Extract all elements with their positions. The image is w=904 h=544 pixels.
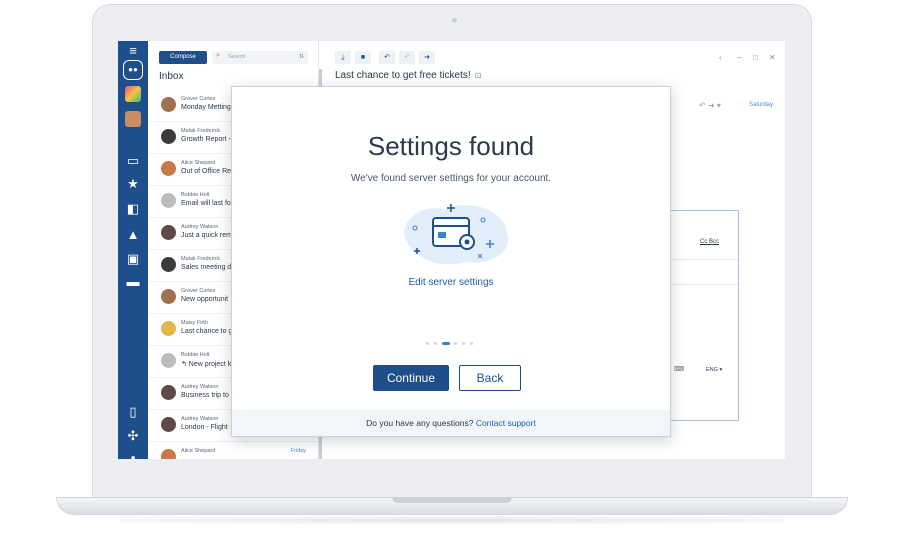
mail-sender: Audrey Watson	[181, 224, 219, 230]
dialog-title: Settings found	[367, 131, 535, 161]
hamburger-menu-icon[interactable]: ≡	[118, 44, 148, 58]
back-chevron-icon[interactable]: ‹	[719, 53, 722, 62]
search-placeholder: Search	[228, 54, 246, 60]
camera-dot	[452, 18, 457, 23]
avatar	[161, 321, 176, 336]
mail-subject: New opportunit	[181, 296, 229, 303]
forward-icon[interactable]: ➜	[708, 101, 715, 110]
reply-icon[interactable]: ↶	[699, 101, 706, 110]
avatar	[161, 193, 176, 208]
app-avatar-icon[interactable]	[125, 86, 141, 102]
server-settings-illustration-icon	[404, 204, 508, 265]
mail-sender: Grover Cortez	[181, 96, 216, 102]
mail-title-text: Last chance to get free tickets!	[335, 70, 471, 81]
avatar	[161, 129, 176, 144]
continue-button[interactable]: Continue	[373, 365, 449, 391]
back-button[interactable]: Back	[459, 365, 521, 391]
reply-all-button[interactable]: ↶	[399, 51, 415, 64]
mail-subject: Just a quick rem	[181, 232, 232, 239]
mail-subject: Growth Report -	[181, 136, 231, 143]
reply-button[interactable]: ↶	[379, 51, 395, 64]
star-icon[interactable]: ★	[118, 177, 148, 191]
mail-date: Friday	[290, 448, 306, 454]
avatar	[161, 449, 176, 459]
search-icon: ⌕	[216, 52, 220, 59]
avatar	[161, 289, 176, 304]
mail-sender: Alice Shepard	[181, 448, 216, 454]
close-icon[interactable]: ✕	[769, 53, 776, 62]
contact-support-link[interactable]: Contact support	[476, 418, 536, 428]
more-chevron-icon[interactable]: ▾	[717, 101, 721, 110]
avatar	[161, 97, 176, 112]
mail-sender: Audrey Watson	[181, 384, 219, 390]
mail-subject: Email will last fo	[181, 200, 231, 207]
cc-bcc-link[interactable]: Cc Bcc	[700, 239, 719, 245]
sort-icon[interactable]: ⇅	[299, 53, 304, 60]
folder-icon[interactable]: ▬	[118, 275, 148, 289]
account-hex-icon[interactable]: ●●	[123, 60, 143, 80]
mail-sender: Alice Shepard	[181, 160, 216, 166]
mail-subject: Sales meeting d	[181, 264, 232, 271]
step-dot	[462, 342, 465, 345]
forward-button[interactable]: ➜	[419, 51, 435, 64]
step-dot	[442, 342, 450, 345]
mail-subject: ↰ New project k	[181, 361, 232, 368]
sent-arrow-icon[interactable]: ▲	[118, 228, 148, 242]
user-avatar-icon[interactable]	[125, 111, 141, 127]
message-date: Saturday	[749, 102, 774, 108]
step-dot	[434, 342, 437, 345]
mail-subject: Monday Metting	[181, 104, 231, 111]
mail-subject: London - Flight	[181, 424, 228, 431]
settings-found-dialog: Settings found We've found server settin…	[231, 86, 671, 437]
step-dot	[454, 342, 457, 345]
avatar	[161, 417, 176, 432]
search-input[interactable]: ⌕ Search ⇅	[212, 51, 308, 64]
move-folder-icon[interactable]: ⊡	[475, 71, 482, 80]
step-dot	[470, 342, 473, 345]
avatar	[161, 225, 176, 240]
unread-icon[interactable]: ◧	[118, 202, 148, 216]
mail-subject: Business trip to	[181, 392, 229, 399]
mail-sender: Bobbie Holt	[181, 352, 210, 358]
mail-sender: Bobbie Holt	[181, 192, 210, 198]
maximize-icon[interactable]: □	[753, 53, 758, 62]
app-rail: ≡ ●● ▭ ★ ◧ ▲ ▣ ▬ ▯ ✣ ▪	[118, 41, 148, 459]
slack-icon[interactable]: ✣	[118, 429, 148, 443]
step-dot	[426, 342, 429, 345]
mail-title: Last chance to get free tickets! ⊡	[335, 70, 481, 81]
mail-sender: Audrey Watson	[181, 416, 219, 422]
mail-sender: Maisy Firth	[181, 320, 208, 326]
document-icon[interactable]: ▯	[118, 405, 148, 419]
minimize-icon[interactable]: –	[737, 53, 741, 62]
mail-sender: Grover Cortez	[181, 288, 216, 294]
mail-sender: Malak Frederick	[181, 256, 221, 262]
briefcase-icon[interactable]: ▣	[118, 252, 148, 266]
edit-server-settings-link[interactable]: Edit server settings	[232, 277, 670, 288]
avatar	[161, 257, 176, 272]
dialog-footer: Do you have any questions? Contact suppo…	[232, 410, 670, 436]
facebook-icon[interactable]: ▪	[118, 451, 148, 460]
mail-subject: Out of Office Re	[181, 168, 232, 175]
mail-subject: Last chance to g	[181, 328, 233, 335]
keyboard-icon[interactable]: ⌨	[674, 365, 684, 373]
mail-sender: Malak Frederick	[181, 128, 221, 134]
download-button[interactable]: ⤓	[335, 51, 351, 64]
inbox-title: Inbox	[159, 71, 184, 82]
laptop-notch	[392, 497, 512, 503]
message-actions: ↶ ➜ ▾	[699, 101, 721, 110]
language-select[interactable]: ENG ▾	[706, 367, 722, 373]
step-indicator	[426, 342, 480, 346]
avatar	[161, 385, 176, 400]
avatar	[161, 161, 176, 176]
avatar	[161, 353, 176, 368]
laptop-shadow	[120, 516, 784, 524]
delete-button[interactable]: ■	[355, 51, 371, 64]
inbox-tray-icon[interactable]: ▭	[118, 154, 148, 168]
mail-list-item[interactable]: Alice Shepard Friday	[148, 441, 318, 459]
dialog-subtitle: We've found server settings for your acc…	[350, 173, 552, 184]
footer-question: Do you have any questions?	[366, 418, 474, 428]
compose-button[interactable]: Compose	[159, 51, 207, 64]
